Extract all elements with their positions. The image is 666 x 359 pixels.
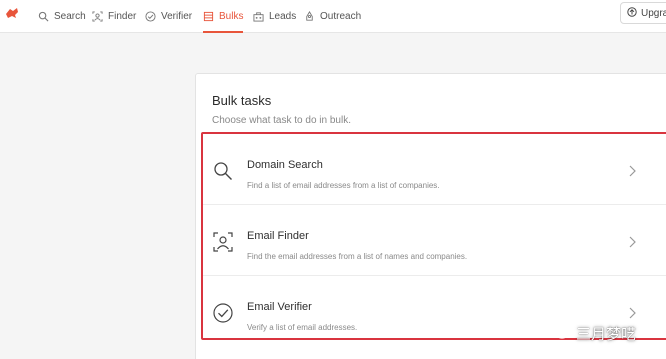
nav-item-leads[interactable]: Leads	[253, 0, 296, 33]
bulks-icon	[203, 11, 214, 22]
upgrade-button[interactable]: Upgra	[620, 2, 666, 24]
task-description: Find a list of email addresses from a li…	[247, 181, 440, 190]
task-list: Domain Search Find a list of email addre…	[201, 132, 666, 340]
bulk-tasks-card: Bulk tasks Choose what task to do in bul…	[195, 73, 666, 359]
nav-item-verifier[interactable]: Verifier	[145, 0, 192, 33]
logo-icon[interactable]	[4, 5, 20, 21]
nav-item-outreach[interactable]: Outreach	[304, 0, 361, 33]
verifier-icon	[145, 11, 156, 22]
nav-item-label: Outreach	[320, 11, 362, 22]
watermark-text: 三月梦呓	[576, 324, 637, 343]
top-nav-bar: Search Finder Verifier Bulks Leads Outre…	[0, 0, 666, 33]
task-name: Email Finder	[247, 230, 309, 242]
check-circle-icon	[212, 302, 234, 324]
nav-item-bulks[interactable]: Bulks	[203, 0, 244, 33]
nav-item-label: Search	[54, 11, 86, 22]
finder-icon	[92, 11, 103, 22]
chevron-right-icon	[627, 306, 637, 320]
nav-item-finder[interactable]: Finder	[92, 0, 136, 33]
chevron-right-icon	[627, 164, 637, 178]
outreach-icon	[304, 11, 315, 22]
search-icon	[38, 11, 49, 22]
leads-icon	[253, 11, 264, 22]
card-title: Bulk tasks	[212, 93, 272, 108]
nav-item-label: Bulks	[219, 11, 244, 22]
chevron-right-icon	[627, 235, 637, 249]
task-domain-search[interactable]: Domain Search Find a list of email addre…	[203, 134, 666, 205]
nav-item-label: Leads	[269, 11, 297, 22]
task-name: Domain Search	[247, 159, 323, 171]
person-scan-icon	[212, 231, 234, 253]
nav-item-search[interactable]: Search	[38, 0, 86, 33]
task-description: Verify a list of email addresses.	[247, 323, 358, 332]
upgrade-icon	[627, 6, 637, 20]
wechat-logo-icon	[548, 322, 570, 344]
watermark: 三月梦呓	[548, 322, 636, 344]
nav-item-label: Finder	[108, 11, 137, 22]
upgrade-label: Upgra	[641, 7, 666, 19]
task-name: Email Verifier	[247, 301, 312, 313]
nav-item-label: Verifier	[161, 11, 193, 22]
task-description: Find the email addresses from a list of …	[247, 252, 468, 261]
task-email-finder[interactable]: Email Finder Find the email addresses fr…	[203, 205, 666, 276]
card-subtitle: Choose what task to do in bulk.	[212, 115, 351, 126]
search-icon	[212, 160, 234, 182]
